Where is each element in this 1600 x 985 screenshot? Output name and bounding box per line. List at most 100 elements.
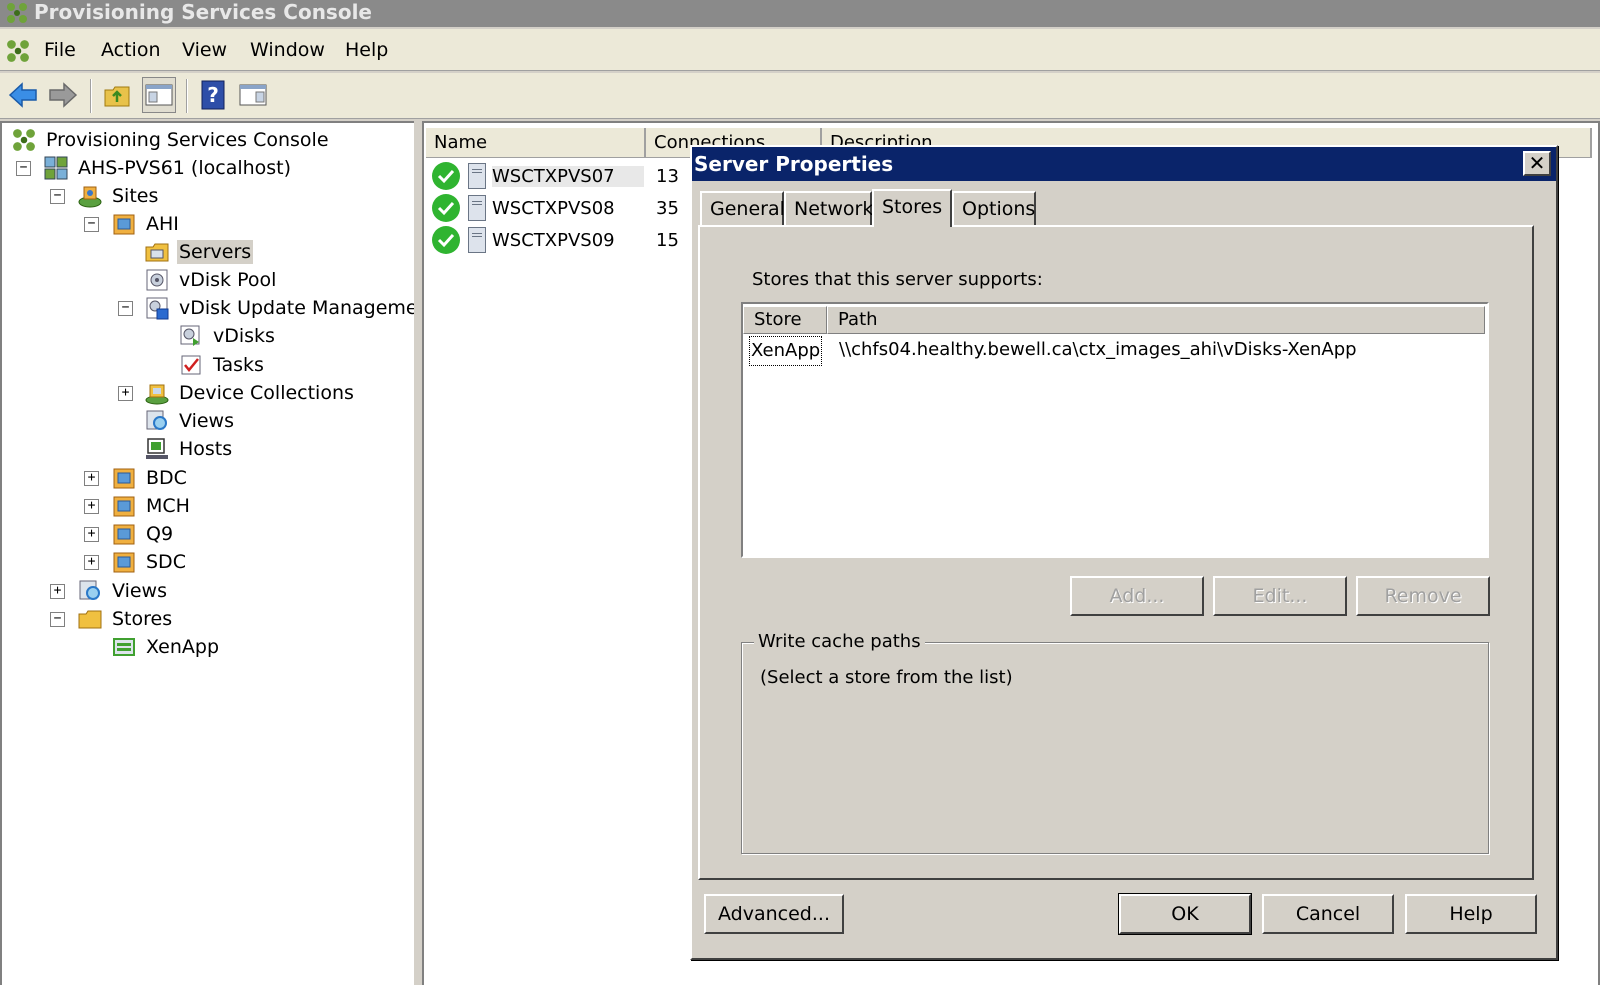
store-path: \\chfs04.healthy.bewell.ca\ctx_images_ah… [839, 339, 1357, 360]
tree-node-label: Q9 [146, 523, 174, 545]
tree-node-vdisk-update-management[interactable]: vDisk Update Management [145, 294, 439, 322]
column-header-path[interactable]: Path [827, 306, 1485, 334]
servers-folder-icon [145, 243, 169, 262]
tab-general[interactable]: General [700, 191, 785, 225]
collapse-toggle-vdisk-update[interactable]: − [118, 301, 133, 316]
server-connections: 15 [656, 229, 679, 251]
dialog-close-button[interactable]: ✕ [1523, 151, 1551, 176]
back-button[interactable] [6, 77, 40, 113]
collapse-toggle-site-ahi[interactable]: − [84, 217, 99, 232]
help-book-icon: ? [201, 80, 225, 110]
tree-node-site-sdc[interactable]: SDC [112, 548, 188, 576]
server-row[interactable]: WSCTXPVS07 13 [430, 160, 679, 192]
vdisk-pool-icon [146, 269, 168, 291]
show-hide-console-tree-button[interactable] [142, 77, 176, 113]
expand-toggle-device-collections[interactable]: + [118, 386, 133, 401]
tree-node-label: Views [112, 580, 167, 602]
tree-node-console-root[interactable]: Provisioning Services Console [12, 126, 331, 154]
expand-toggle-farm-views[interactable]: + [50, 584, 65, 599]
expand-toggle-site-bdc[interactable]: + [84, 471, 99, 486]
collapse-toggle-sites[interactable]: − [50, 189, 65, 204]
tree-node-label: BDC [146, 467, 187, 489]
tree-node-stores[interactable]: Stores [78, 605, 174, 633]
tree-node-site-q9[interactable]: Q9 [112, 520, 175, 548]
site-icon [113, 552, 135, 573]
expand-toggle-site-sdc[interactable]: + [84, 555, 99, 570]
tree-node-servers[interactable]: Servers [145, 238, 254, 266]
collapse-toggle-farm[interactable]: − [16, 161, 31, 176]
toolbar-separator [186, 79, 188, 113]
tab-network[interactable]: Network [784, 191, 873, 225]
column-header-store[interactable]: Store [743, 306, 827, 334]
tree-node-label: SDC [146, 551, 186, 573]
console-tree-icon [145, 84, 173, 106]
tree-node-hosts[interactable]: Hosts [145, 435, 234, 463]
tree-node-label: MCH [146, 495, 190, 517]
tab-stores[interactable]: Stores [872, 189, 952, 227]
collapse-toggle-stores[interactable]: − [50, 612, 65, 627]
pvs-console-icon [6, 2, 28, 29]
menu-window[interactable]: Window [250, 39, 325, 61]
tree-node-label: Stores [112, 608, 173, 630]
menu-action[interactable]: Action [101, 39, 161, 61]
window-title: Provisioning Services Console [34, 0, 372, 24]
device-collections-icon [145, 384, 169, 405]
help-toolbar-button[interactable]: ? [196, 77, 230, 113]
tree-node-tasks[interactable]: Tasks [179, 351, 266, 379]
tree-node-vdisks[interactable]: vDisks [179, 322, 277, 350]
dialog-titlebar[interactable]: Server Properties [692, 147, 1556, 181]
menu-file[interactable]: File [44, 39, 76, 61]
views-icon [146, 410, 167, 430]
tree-node-label: Servers [177, 240, 254, 264]
tree-node-farm-views[interactable]: Views [78, 577, 169, 605]
expand-toggle-site-q9[interactable]: + [84, 527, 99, 542]
tree-node-site-ahi[interactable]: AHI [112, 210, 181, 238]
tree-node-label: AHI [146, 213, 179, 235]
menu-view[interactable]: View [182, 39, 227, 61]
show-action-pane-button[interactable] [236, 77, 270, 113]
status-ok-icon [432, 162, 460, 190]
tab-options[interactable]: Options [952, 191, 1036, 225]
tree-node-label: Sites [112, 185, 159, 207]
tree-node-store-xenapp[interactable]: XenApp [112, 633, 221, 661]
tree-node-site-mch[interactable]: MCH [112, 492, 192, 520]
forward-button[interactable] [46, 77, 80, 113]
tree-node-vdisk-pool[interactable]: vDisk Pool [145, 266, 278, 294]
menu-help[interactable]: Help [345, 39, 388, 61]
help-button[interactable]: Help [1405, 894, 1537, 934]
expand-toggle-site-mch[interactable]: + [84, 499, 99, 514]
tree-node-label: XenApp [146, 636, 220, 658]
server-row[interactable]: WSCTXPVS09 15 [430, 224, 679, 256]
cancel-button[interactable]: Cancel [1262, 894, 1394, 934]
site-icon [113, 468, 135, 489]
remove-store-button[interactable]: Remove [1356, 576, 1490, 616]
site-icon [113, 496, 135, 517]
pane-splitter[interactable] [414, 121, 422, 985]
server-name: WSCTXPVS08 [492, 197, 615, 219]
column-header-name[interactable]: Name [426, 128, 646, 158]
pvs-menu-icon[interactable] [6, 39, 30, 68]
tree-node-device-collections[interactable]: Device Collections [145, 379, 356, 407]
store-icon [113, 638, 135, 656]
tree-node-label: Provisioning Services Console [46, 129, 329, 151]
ok-button[interactable]: OK [1118, 893, 1252, 935]
write-cache-paths-title: Write cache paths [754, 631, 925, 652]
up-one-level-button[interactable] [100, 77, 134, 113]
tree-node-site-views[interactable]: Views [145, 407, 236, 435]
forward-arrow-icon [49, 82, 78, 108]
stores-listview[interactable]: Store Path XenApp \\chfs04.healthy.bewel… [741, 302, 1489, 558]
tree-node-farm[interactable]: AHS-PVS61 (localhost) [44, 154, 293, 182]
tree-node-label: Hosts [179, 438, 233, 460]
back-arrow-icon [8, 82, 37, 108]
close-icon: ✕ [1528, 151, 1546, 175]
pvs-console-icon [13, 129, 35, 151]
tree-node-sites[interactable]: Sites [78, 182, 160, 210]
tree-node-site-bdc[interactable]: BDC [112, 464, 189, 492]
advanced-button[interactable]: Advanced... [704, 894, 844, 934]
server-row[interactable]: WSCTXPVS08 35 [430, 192, 679, 224]
edit-store-button[interactable]: Edit... [1213, 576, 1347, 616]
views-icon [79, 580, 100, 600]
stores-folder-icon [78, 610, 102, 629]
add-store-button[interactable]: Add... [1070, 576, 1204, 616]
vdisk-update-icon [146, 297, 169, 320]
